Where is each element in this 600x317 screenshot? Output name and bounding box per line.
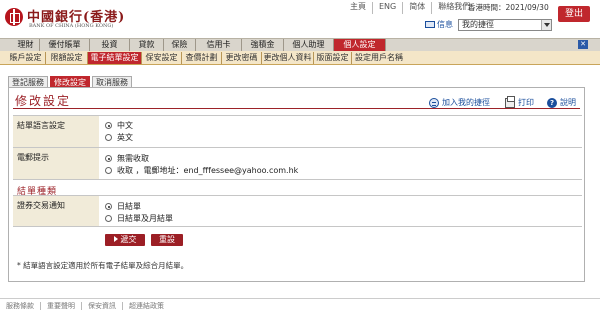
reset-button[interactable]: 重設 <box>151 234 183 246</box>
add-shortcut-link[interactable]: 加入我的捷徑 <box>429 97 490 108</box>
securities-notice-label: 證券交易通知 <box>17 201 65 210</box>
main-nav-mpf[interactable]: 強積金 <box>242 39 284 51</box>
securities-option-daily-monthly[interactable]: 日結單及月結單 <box>105 213 173 224</box>
securities-notice-label-cell: 證券交易通知 <box>13 196 99 226</box>
language-chinese-label: 中文 <box>117 121 133 130</box>
statement-language-row: 結單語言設定 中文 英文 <box>13 115 582 147</box>
top-link-home[interactable]: 主頁 <box>344 2 372 14</box>
help-icon: ? <box>547 97 557 108</box>
help-label: 說明 <box>560 98 576 107</box>
print-icon <box>505 95 515 108</box>
footer-link-terms[interactable]: 服務條款 <box>6 302 40 310</box>
email-alert-label-cell: 電郵提示 <box>13 148 99 179</box>
email-option-receive[interactable]: 收取 ，電郵地址：end_fffessee@yahoo.com.hk <box>105 165 298 176</box>
footer-link-disclaimer[interactable]: 重要聲明 <box>40 302 81 310</box>
hk-time-value: 2021/09/30 <box>505 3 549 12</box>
language-english-label: 英文 <box>117 133 133 142</box>
footer-link-security-info[interactable]: 保安資訊 <box>81 302 122 310</box>
radio-english[interactable] <box>105 134 112 141</box>
page-title: 修改設定 <box>15 94 72 108</box>
hk-time: 香港時間：2021/09/30 <box>468 2 549 13</box>
shortcut-select-value: 我的捷徑 <box>462 20 494 29</box>
message-link[interactable]: 信息 <box>425 19 453 30</box>
boc-logo-icon <box>5 8 23 26</box>
envelope-icon <box>425 21 435 28</box>
sub-nav-limit-settings[interactable]: 限額設定 <box>46 52 88 64</box>
title-divider <box>13 108 580 109</box>
sub-nav-change-personal-info[interactable]: 更改個人資料 <box>262 52 314 64</box>
main-nav-personal-settings[interactable]: 個人設定 <box>334 39 386 51</box>
header: 中國銀行(香港) BANK OF CHINA (HONG KONG) 主頁 EN… <box>0 0 600 36</box>
add-favorite-icon <box>429 97 439 108</box>
content-panel: 修改設定 加入我的捷徑 打印 ? 說明 結單語言設定 中文 英文 電郵提示 無需收… <box>8 87 585 282</box>
shortcut-select[interactable]: 我的捷徑 <box>458 19 552 31</box>
logout-button[interactable]: 登出 <box>558 6 590 22</box>
main-nav-insurance[interactable]: 保險 <box>164 39 196 51</box>
footer-link-hyperlink-policy[interactable]: 超連結政策 <box>122 302 170 310</box>
footnote: * 結單語言設定適用於所有電子結單及綜合月結單。 <box>17 261 189 270</box>
hk-time-label: 香港時間： <box>468 3 506 12</box>
help-link[interactable]: ? 說明 <box>547 97 576 108</box>
chevron-down-icon <box>541 20 551 30</box>
submit-label: 遞交 <box>120 235 137 244</box>
radio-receive[interactable] <box>105 167 112 174</box>
top-link-simplified-chinese[interactable]: 简体 <box>402 2 431 14</box>
bank-logo[interactable]: 中國銀行(香港) BANK OF CHINA (HONG KONG) <box>5 6 135 30</box>
main-nav-bill-payment[interactable]: 優付賬單 <box>40 39 90 51</box>
email-receive-label: 收取 ，電郵地址：end_fffessee@yahoo.com.hk <box>117 166 299 175</box>
email-alert-label: 電郵提示 <box>17 153 49 162</box>
email-no-receive-label: 無需收取 <box>117 154 149 163</box>
print-label: 打印 <box>518 98 534 107</box>
main-nav-investment[interactable]: 投資 <box>90 39 130 51</box>
sub-nav-change-password[interactable]: 更改密碼 <box>222 52 262 64</box>
top-links: 主頁 ENG 简体 聯絡我們 <box>344 2 476 14</box>
sub-nav-security-settings[interactable]: 保安設定 <box>142 52 182 64</box>
submit-button[interactable]: 遞交 <box>105 234 145 246</box>
radio-chinese[interactable] <box>105 122 112 129</box>
language-option-english[interactable]: 英文 <box>105 132 133 143</box>
tab-register-service[interactable]: 登記服務 <box>8 76 48 87</box>
sub-nav-account-settings[interactable]: 賬戶設定 <box>6 52 46 64</box>
main-nav-loans[interactable]: 貸款 <box>130 39 164 51</box>
main-nav-personal-assistant[interactable]: 個人助理 <box>284 39 334 51</box>
statement-language-label-cell: 結單語言設定 <box>13 116 99 147</box>
sub-nav-layout-settings[interactable]: 版面設定 <box>314 52 352 64</box>
footer-links: 服務條款 重要聲明 保安資訊 超連結政策 <box>6 302 170 310</box>
main-nav: 理財 優付賬單 投資 貸款 保險 信用卡 強積金 個人助理 個人設定 ✕ <box>0 38 600 51</box>
message-label: 信息 <box>437 20 453 29</box>
sub-nav: 賬戶設定 限額設定 電子結單設定 保安設定 查價計劃 更改密碼 更改個人資料 版… <box>0 51 600 65</box>
top-link-english[interactable]: ENG <box>372 2 402 14</box>
section-divider <box>13 179 582 180</box>
sub-nav-set-username[interactable]: 設定用戶名稱 <box>352 52 406 64</box>
main-nav-credit-card[interactable]: 信用卡 <box>196 39 242 51</box>
radio-daily[interactable] <box>105 203 112 210</box>
securities-notice-row: 證券交易通知 日結單 日結單及月結單 <box>13 195 582 227</box>
footer-divider <box>0 298 600 299</box>
tab-modify-settings[interactable]: 修改設定 <box>50 76 90 87</box>
logo-english-name: BANK OF CHINA (HONG KONG) <box>29 23 114 29</box>
statement-language-label: 結單語言設定 <box>17 121 65 130</box>
sub-nav-estatement-settings[interactable]: 電子結單設定 <box>88 52 142 64</box>
email-alert-row: 電郵提示 無需收取 收取 ，電郵地址：end_fffessee@yahoo.co… <box>13 147 582 179</box>
sub-nav-price-plan[interactable]: 查價計劃 <box>182 52 222 64</box>
radio-daily-monthly[interactable] <box>105 215 112 222</box>
tab-cancel-service[interactable]: 取消服務 <box>92 76 132 87</box>
add-shortcut-label: 加入我的捷徑 <box>442 98 490 107</box>
print-link[interactable]: 打印 <box>505 95 534 108</box>
close-nav-icon[interactable]: ✕ <box>578 40 588 49</box>
securities-daily-monthly-label: 日結單及月結單 <box>117 214 173 223</box>
main-nav-wealth[interactable]: 理財 <box>12 39 40 51</box>
securities-option-daily[interactable]: 日結單 <box>105 201 141 212</box>
language-option-chinese[interactable]: 中文 <box>105 120 133 131</box>
securities-daily-label: 日結單 <box>117 202 141 211</box>
radio-no-receive[interactable] <box>105 155 112 162</box>
email-option-no-receive[interactable]: 無需收取 <box>105 153 149 164</box>
